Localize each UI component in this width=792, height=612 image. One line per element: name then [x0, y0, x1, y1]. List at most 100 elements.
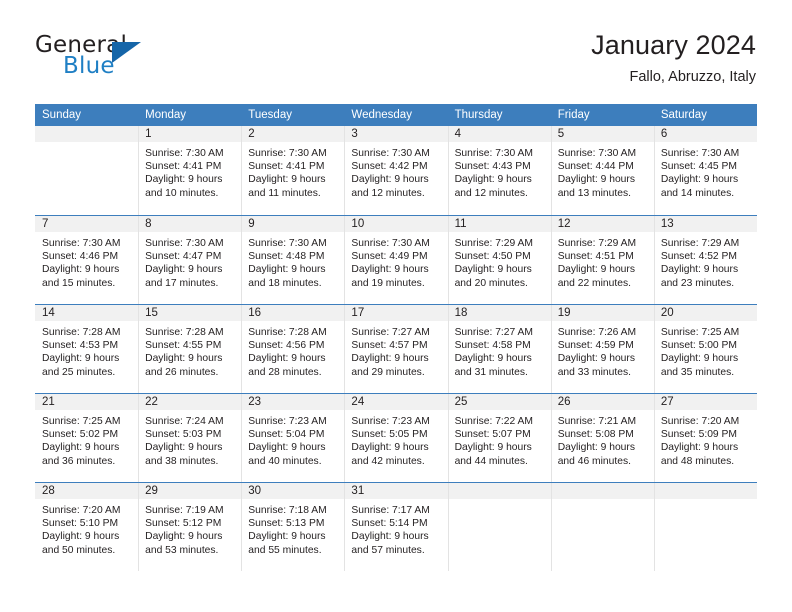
daylight-text-line2: and 14 minutes.	[660, 187, 735, 199]
sunset-text: Sunset: 4:50 PM	[454, 251, 531, 263]
day-info: Sunrise: 7:30 AM Sunset: 4:41 PM Dayligh…	[138, 143, 241, 200]
day-cell[interactable]: 10 Sunrise: 7:30 AM Sunset: 4:49 PM Dayl…	[344, 216, 448, 304]
day-info: Sunrise: 7:18 AM Sunset: 5:13 PM Dayligh…	[241, 500, 344, 557]
sunrise-text: Sunrise: 7:26 AM	[557, 327, 637, 338]
sunset-text: Sunset: 4:46 PM	[42, 251, 119, 263]
day-number: 12	[557, 218, 571, 230]
day-cell[interactable]: 2 Sunrise: 7:30 AM Sunset: 4:41 PM Dayli…	[241, 126, 345, 215]
day-number-bar: 20	[653, 305, 757, 322]
cell-divider	[550, 394, 552, 482]
day-cell[interactable]: 30 Sunrise: 7:18 AM Sunset: 5:13 PM Dayl…	[241, 483, 345, 571]
day-cell[interactable]: 12 Sunrise: 7:29 AM Sunset: 4:51 PM Dayl…	[550, 216, 654, 304]
day-cell[interactable]: 20 Sunrise: 7:25 AM Sunset: 5:00 PM Dayl…	[653, 305, 757, 393]
week-row: 28 Sunrise: 7:20 AM Sunset: 5:10 PM Dayl…	[35, 482, 757, 571]
daylight-text-line1: Daylight: 9 hours	[351, 531, 429, 543]
day-cell[interactable]: 15 Sunrise: 7:28 AM Sunset: 4:55 PM Dayl…	[138, 305, 242, 393]
weekday-header-saturday: Saturday	[660, 109, 707, 121]
day-number-bar: 15	[138, 305, 242, 322]
generalblue-logo[interactable]: General Blue	[35, 33, 225, 85]
daylight-text-line2: and 13 minutes.	[557, 187, 631, 199]
sunrise-text: Sunrise: 7:20 AM	[42, 505, 121, 516]
day-cell[interactable]: 22 Sunrise: 7:24 AM Sunset: 5:03 PM Dayl…	[138, 394, 242, 482]
day-number: 7	[42, 218, 49, 230]
day-cell[interactable]: 28 Sunrise: 7:20 AM Sunset: 5:10 PM Dayl…	[35, 483, 139, 571]
day-cell[interactable]: 17 Sunrise: 7:27 AM Sunset: 4:57 PM Dayl…	[344, 305, 448, 393]
cell-divider	[138, 216, 140, 304]
day-info: Sunrise: 7:25 AM Sunset: 5:00 PM Dayligh…	[654, 322, 757, 379]
sunrise-text: Sunrise: 7:29 AM	[557, 238, 637, 249]
sunrise-text: Sunrise: 7:29 AM	[454, 238, 533, 249]
day-cell[interactable]: 3 Sunrise: 7:30 AM Sunset: 4:42 PM Dayli…	[344, 126, 448, 215]
week-row: 1 Sunrise: 7:30 AM Sunset: 4:41 PM Dayli…	[35, 126, 757, 215]
calendar-grid: Sunday Monday Tuesday Wednesday Thursday…	[35, 104, 757, 571]
daylight-text-line2: and 46 minutes.	[557, 455, 631, 467]
cell-divider	[344, 305, 346, 393]
day-number-bar: 30	[241, 483, 345, 500]
day-number: 25	[454, 396, 468, 408]
daylight-text-line1: Daylight: 9 hours	[454, 353, 532, 365]
day-number: 14	[42, 307, 55, 319]
day-cell[interactable]: 16 Sunrise: 7:28 AM Sunset: 4:56 PM Dayl…	[241, 305, 345, 393]
day-info	[551, 500, 654, 504]
daylight-text-line2: and 36 minutes.	[42, 455, 116, 467]
cell-divider	[653, 126, 655, 215]
calendar-page: General Blue January 2024 Fallo, Abruzzo…	[0, 0, 792, 612]
daylight-text-line2: and 33 minutes.	[557, 366, 631, 378]
day-cell[interactable]: 21 Sunrise: 7:25 AM Sunset: 5:02 PM Dayl…	[35, 394, 139, 482]
day-number-bar: 13	[653, 216, 757, 233]
day-cell[interactable]: 4 Sunrise: 7:30 AM Sunset: 4:43 PM Dayli…	[447, 126, 551, 215]
day-cell[interactable]: 29 Sunrise: 7:19 AM Sunset: 5:12 PM Dayl…	[138, 483, 242, 571]
sunset-text: Sunset: 4:57 PM	[351, 340, 428, 352]
daylight-text-line1: Daylight: 9 hours	[660, 353, 739, 365]
day-cell[interactable]: 1 Sunrise: 7:30 AM Sunset: 4:41 PM Dayli…	[138, 126, 242, 215]
daylight-text-line2: and 17 minutes.	[145, 277, 219, 289]
cell-divider	[653, 394, 655, 482]
daylight-text-line2: and 31 minutes.	[454, 366, 528, 378]
day-cell[interactable]: 8 Sunrise: 7:30 AM Sunset: 4:47 PM Dayli…	[138, 216, 242, 304]
day-info: Sunrise: 7:20 AM Sunset: 5:09 PM Dayligh…	[654, 411, 757, 468]
day-number-bar: 23	[241, 394, 345, 411]
day-cell[interactable]: 27 Sunrise: 7:20 AM Sunset: 5:09 PM Dayl…	[653, 394, 757, 482]
cell-divider	[447, 394, 449, 482]
daylight-text-line2: and 18 minutes.	[248, 277, 322, 289]
day-info: Sunrise: 7:28 AM Sunset: 4:56 PM Dayligh…	[241, 322, 344, 379]
day-number: 23	[248, 396, 262, 408]
sunrise-text: Sunrise: 7:21 AM	[557, 416, 637, 427]
day-cell[interactable]: 11 Sunrise: 7:29 AM Sunset: 4:50 PM Dayl…	[447, 216, 551, 304]
day-info: Sunrise: 7:22 AM Sunset: 5:07 PM Dayligh…	[448, 411, 551, 468]
day-cell[interactable]: 9 Sunrise: 7:30 AM Sunset: 4:48 PM Dayli…	[241, 216, 345, 304]
day-cell[interactable]: 7 Sunrise: 7:30 AM Sunset: 4:46 PM Dayli…	[35, 216, 139, 304]
day-cell[interactable]: 31 Sunrise: 7:17 AM Sunset: 5:14 PM Dayl…	[344, 483, 448, 571]
daylight-text-line2: and 53 minutes.	[145, 544, 219, 556]
cell-divider	[138, 126, 140, 215]
day-number-bar: 26	[550, 394, 654, 411]
sunrise-text: Sunrise: 7:22 AM	[454, 416, 533, 427]
day-info: Sunrise: 7:23 AM Sunset: 5:04 PM Dayligh…	[241, 411, 344, 468]
daylight-text-line2: and 12 minutes.	[351, 187, 425, 199]
day-cell	[653, 483, 757, 571]
day-number: 13	[660, 218, 674, 230]
day-cell[interactable]: 19 Sunrise: 7:26 AM Sunset: 4:59 PM Dayl…	[550, 305, 654, 393]
daylight-text-line2: and 25 minutes.	[42, 366, 116, 378]
cell-divider	[653, 483, 655, 571]
day-cell[interactable]: 25 Sunrise: 7:22 AM Sunset: 5:07 PM Dayl…	[447, 394, 551, 482]
day-cell[interactable]: 24 Sunrise: 7:23 AM Sunset: 5:05 PM Dayl…	[344, 394, 448, 482]
day-cell[interactable]: 5 Sunrise: 7:30 AM Sunset: 4:44 PM Dayli…	[550, 126, 654, 215]
weekday-header-friday: Friday	[557, 109, 590, 121]
daylight-text-line2: and 57 minutes.	[351, 544, 425, 556]
day-cell[interactable]: 26 Sunrise: 7:21 AM Sunset: 5:08 PM Dayl…	[550, 394, 654, 482]
day-info: Sunrise: 7:19 AM Sunset: 5:12 PM Dayligh…	[138, 500, 241, 557]
day-number: 9	[248, 218, 255, 230]
day-number-bar: 14	[35, 305, 139, 322]
day-number: 16	[248, 307, 262, 319]
day-number-bar	[653, 483, 757, 500]
day-cell[interactable]: 23 Sunrise: 7:23 AM Sunset: 5:04 PM Dayl…	[241, 394, 345, 482]
day-cell[interactable]: 14 Sunrise: 7:28 AM Sunset: 4:53 PM Dayl…	[35, 305, 139, 393]
day-cell[interactable]: 6 Sunrise: 7:30 AM Sunset: 4:45 PM Dayli…	[653, 126, 757, 215]
day-cell[interactable]: 13 Sunrise: 7:29 AM Sunset: 4:52 PM Dayl…	[653, 216, 757, 304]
daylight-text-line1: Daylight: 9 hours	[42, 353, 120, 365]
sunrise-text: Sunrise: 7:28 AM	[42, 327, 121, 338]
sunset-text: Sunset: 4:51 PM	[557, 251, 634, 263]
day-number: 24	[351, 396, 365, 408]
day-cell[interactable]: 18 Sunrise: 7:27 AM Sunset: 4:58 PM Dayl…	[447, 305, 551, 393]
